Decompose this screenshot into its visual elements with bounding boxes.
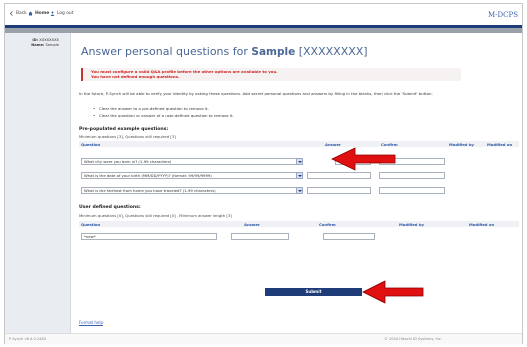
page-title-name: Sample <box>251 46 296 58</box>
intro-text: In the future, P-Synch will be able to v… <box>79 91 433 96</box>
back-arrow-icon <box>9 11 14 16</box>
answer-input[interactable] <box>307 187 371 194</box>
table-row: *new* <box>79 233 519 241</box>
page-title-id: [XXXXXXXX] <box>298 45 368 58</box>
userdefined-table-header: Question Answer Confirm Modified by Modi… <box>79 221 519 227</box>
user-question-input[interactable]: *new* <box>81 233 217 240</box>
question-select[interactable]: What is the farthest from home you have … <box>81 187 297 194</box>
brand-logo: M-DCPS <box>487 11 518 19</box>
col-modified-by: Modified by <box>399 222 425 227</box>
col-question: Question <box>81 222 101 227</box>
page-title: Answer personal questions for Sample [XX… <box>81 45 368 58</box>
chevron-down-icon[interactable] <box>296 172 303 179</box>
footer: P-Synch v6.4.0.2483 © 2004 Hitachi ID Sy… <box>5 333 522 344</box>
user-icon <box>50 11 55 16</box>
page-title-prefix: Answer personal questions for <box>81 45 248 58</box>
logout-label: Log out <box>57 11 74 16</box>
name-label: Name: <box>31 42 45 47</box>
col-modified-on: Modified on <box>487 142 513 147</box>
home-label: Home <box>35 11 50 16</box>
browser-frame: Back Home Log out M-DCPS ID: XXXXXXXX Na… <box>4 3 523 344</box>
back-button[interactable]: Back <box>9 11 27 16</box>
chevron-down-icon[interactable] <box>296 158 303 165</box>
prepopulated-heading: Pre-populated example questions: <box>79 127 169 132</box>
col-answer: Answer <box>244 222 260 227</box>
question-select[interactable]: What is the date of your birth (MM/DD/YY… <box>81 172 297 179</box>
table-row: What city were you born in? (1-99 charac… <box>79 158 519 166</box>
table-row: What is the date of your birth (MM/DD/YY… <box>79 172 519 180</box>
version-text: P-Synch v6.4.0.2483 <box>9 337 47 341</box>
warning-box: You must configure a valid Q&A profile b… <box>81 68 461 81</box>
logout-button[interactable]: Log out <box>50 11 73 16</box>
prepopulated-table-header: Question Answer Confirm Modified by Modi… <box>79 141 519 147</box>
col-confirm: Confirm <box>319 222 336 227</box>
main-content: Answer personal questions for Sample [XX… <box>73 33 522 333</box>
answer-input[interactable] <box>307 172 371 179</box>
user-info: ID: XXXXXXXX Name: Sample <box>11 38 59 47</box>
instruction-item: Clear the question or answer of a user-d… <box>93 112 234 119</box>
id-label: ID: <box>32 38 39 42</box>
user-answer-input[interactable] <box>231 233 289 240</box>
home-icon <box>28 11 33 16</box>
instruction-list: Clear the answer to a pre-defined questi… <box>93 105 234 119</box>
user-confirm-input[interactable] <box>323 233 375 240</box>
prepopulated-subtext: Minimum questions [3], Questions still r… <box>79 134 176 139</box>
submit-button[interactable]: Submit <box>265 288 362 296</box>
top-bar: Back Home Log out M-DCPS <box>5 4 522 25</box>
red-arrow-icon <box>331 147 396 171</box>
chevron-down-icon[interactable] <box>296 187 303 194</box>
userdefined-subtext: Minimum questions [0], Questions still r… <box>79 213 232 218</box>
id-value: XXXXXXXX <box>39 38 59 42</box>
confirm-input[interactable] <box>379 172 445 179</box>
userdefined-heading: User defined questions: <box>79 205 141 210</box>
home-button[interactable]: Home <box>28 11 49 16</box>
red-arrow-icon <box>362 280 424 304</box>
question-select[interactable]: What city were you born in? (1-99 charac… <box>81 158 297 165</box>
format-help-link[interactable]: Format help <box>79 320 103 325</box>
col-question: Question <box>81 142 101 147</box>
copyright-text: © 2004 Hitachi ID Systems, Inc. <box>384 337 442 341</box>
name-value: Sample <box>45 42 59 47</box>
col-modified-by: Modified by <box>449 142 475 147</box>
table-row: What is the farthest from home you have … <box>79 187 519 195</box>
sidebar: ID: XXXXXXXX Name: Sample <box>5 33 71 333</box>
col-modified-on: Modified on <box>469 222 495 227</box>
instruction-item: Clear the answer to a pre-defined questi… <box>93 105 234 112</box>
warning-line-2: You have not defined enough questions. <box>91 74 180 79</box>
back-label: Back <box>16 11 27 16</box>
confirm-input[interactable] <box>379 187 445 194</box>
